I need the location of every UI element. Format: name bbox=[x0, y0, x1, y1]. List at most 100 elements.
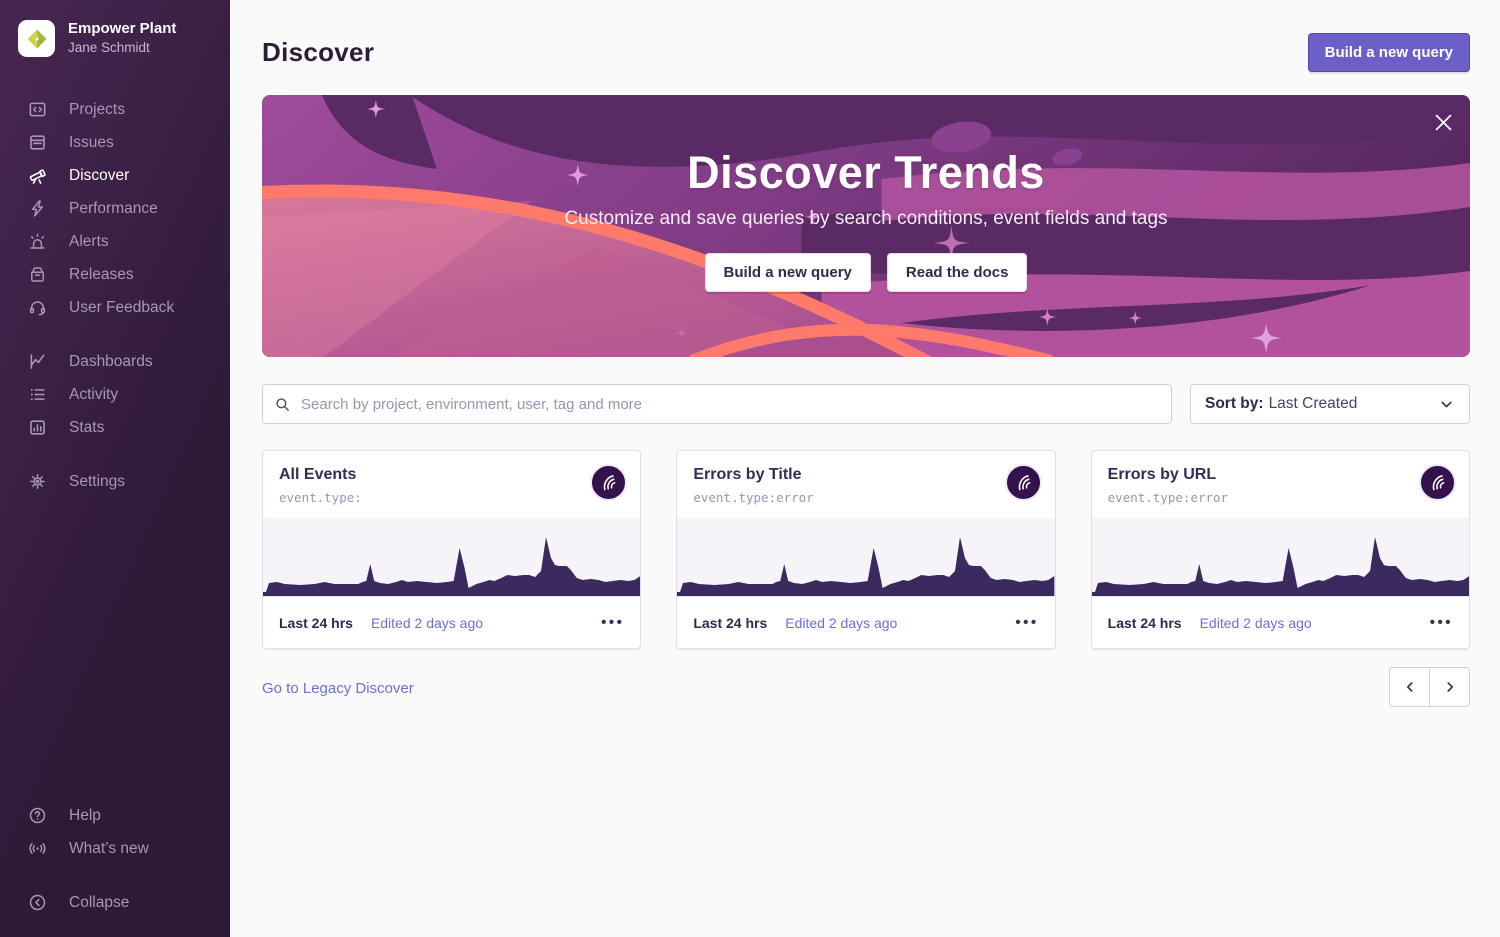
banner-close-button[interactable] bbox=[1431, 110, 1455, 134]
org-name: Empower Plant bbox=[68, 20, 176, 39]
sidebar-item-label: Performance bbox=[69, 200, 158, 218]
build-new-query-button[interactable]: Build a new query bbox=[1308, 33, 1470, 72]
card-menu-button[interactable]: ••• bbox=[1015, 615, 1038, 630]
chevron-left-icon bbox=[1402, 679, 1418, 695]
pagination bbox=[1389, 667, 1470, 707]
banner-title: Discover Trends bbox=[687, 147, 1045, 199]
saved-query-toolbar: Sort by: Last Created bbox=[262, 384, 1470, 424]
query-card-errors-by-url[interactable]: Errors by URL event.type:error Last bbox=[1091, 450, 1470, 649]
search-box[interactable] bbox=[262, 384, 1172, 424]
sidebar-item-stats[interactable]: Stats bbox=[0, 411, 230, 444]
sparkline-chart bbox=[1092, 518, 1469, 596]
sidebar: Empower Plant Jane Schmidt Projects Issu… bbox=[0, 0, 230, 937]
sort-label: Sort by: bbox=[1205, 395, 1264, 413]
card-edited-link[interactable]: Edited 2 days ago bbox=[785, 615, 897, 631]
page-header: Discover Build a new query bbox=[262, 0, 1470, 95]
card-footer: Last 24 hrs Edited 2 days ago ••• bbox=[263, 596, 640, 648]
sidebar-item-issues[interactable]: Issues bbox=[0, 126, 230, 159]
nav-divider-space bbox=[0, 324, 230, 345]
sidebar-item-projects[interactable]: Projects bbox=[0, 93, 230, 126]
sort-dropdown[interactable]: Sort by: Last Created bbox=[1190, 384, 1470, 424]
avatar bbox=[1419, 464, 1456, 501]
banner-build-query-button[interactable]: Build a new query bbox=[705, 253, 871, 292]
nav-divider-space bbox=[0, 444, 230, 465]
question-circle-icon bbox=[28, 806, 47, 825]
sidebar-item-label: Activity bbox=[69, 386, 118, 404]
sidebar-item-label: Projects bbox=[69, 101, 125, 119]
bottom-row: Go to Legacy Discover bbox=[262, 667, 1470, 707]
sidebar-item-label: Help bbox=[69, 807, 101, 825]
card-footer: Last 24 hrs Edited 2 days ago ••• bbox=[1092, 596, 1469, 648]
banner-content: Discover Trends Customize and save queri… bbox=[262, 95, 1470, 357]
list-icon bbox=[28, 385, 47, 404]
card-timeframe: Last 24 hrs bbox=[279, 615, 353, 631]
box-icon bbox=[28, 265, 47, 284]
card-header: Errors by URL event.type:error bbox=[1092, 451, 1469, 518]
card-query: event.type:error bbox=[693, 490, 1038, 505]
sparkline-area bbox=[263, 537, 640, 596]
card-footer: Last 24 hrs Edited 2 days ago ••• bbox=[677, 596, 1054, 648]
saved-query-cards: All Events event.type: Last 24 hrs bbox=[262, 450, 1470, 649]
gear-icon bbox=[28, 472, 47, 491]
sidebar-item-label: Releases bbox=[69, 266, 134, 284]
query-card-errors-by-title[interactable]: Errors by Title event.type:error Las bbox=[676, 450, 1055, 649]
line-chart-icon bbox=[28, 352, 47, 371]
search-icon bbox=[275, 397, 290, 412]
card-menu-button[interactable]: ••• bbox=[601, 615, 624, 630]
page-title: Discover bbox=[262, 37, 374, 68]
card-query: event.type:error bbox=[1108, 490, 1453, 505]
nav-divider-space bbox=[0, 865, 230, 886]
issues-icon bbox=[28, 133, 47, 152]
lightning-icon bbox=[28, 199, 47, 218]
sidebar-item-discover[interactable]: Discover bbox=[0, 159, 230, 192]
main-content: Discover Build a new query bbox=[230, 0, 1500, 937]
sidebar-item-help[interactable]: Help bbox=[0, 799, 230, 832]
sidebar-item-performance[interactable]: Performance bbox=[0, 192, 230, 225]
telescope-icon bbox=[28, 166, 47, 185]
sidebar-item-user-feedback[interactable]: User Feedback bbox=[0, 291, 230, 324]
card-header: All Events event.type: bbox=[263, 451, 640, 518]
sidebar-item-whats-new[interactable]: What’s new bbox=[0, 832, 230, 865]
sidebar-item-label: Discover bbox=[69, 167, 129, 185]
sidebar-item-label: What’s new bbox=[69, 840, 149, 858]
sidebar-item-settings[interactable]: Settings bbox=[0, 465, 230, 498]
card-title: All Events bbox=[279, 466, 624, 484]
banner-subtitle: Customize and save queries by search con… bbox=[564, 208, 1167, 230]
banner-read-docs-button[interactable]: Read the docs bbox=[887, 253, 1028, 292]
sidebar-item-label: User Feedback bbox=[69, 299, 174, 317]
card-title: Errors by Title bbox=[693, 466, 1038, 484]
legacy-discover-link[interactable]: Go to Legacy Discover bbox=[262, 680, 414, 697]
card-edited-link[interactable]: Edited 2 days ago bbox=[371, 615, 483, 631]
projects-icon bbox=[28, 100, 47, 119]
search-input[interactable] bbox=[299, 395, 1159, 414]
avatar bbox=[1005, 464, 1042, 501]
card-title: Errors by URL bbox=[1108, 466, 1453, 484]
card-menu-button[interactable]: ••• bbox=[1430, 615, 1453, 630]
sparkline-chart bbox=[677, 518, 1054, 596]
sort-value: Last Created bbox=[1269, 395, 1358, 413]
broadcast-icon bbox=[28, 839, 47, 858]
sidebar-item-label: Collapse bbox=[69, 894, 129, 912]
sidebar-item-activity[interactable]: Activity bbox=[0, 378, 230, 411]
card-timeframe: Last 24 hrs bbox=[1108, 615, 1182, 631]
sidebar-footer-nav: Help What’s new Collapse bbox=[0, 799, 230, 919]
sidebar-item-releases[interactable]: Releases bbox=[0, 258, 230, 291]
empower-plant-logo-icon bbox=[26, 28, 48, 50]
sentry-logo-icon bbox=[1428, 473, 1447, 492]
chevron-right-icon bbox=[1442, 679, 1458, 695]
pagination-prev-button[interactable] bbox=[1389, 667, 1430, 707]
headset-icon bbox=[28, 298, 47, 317]
pagination-next-button[interactable] bbox=[1429, 667, 1470, 707]
sidebar-item-dashboards[interactable]: Dashboards bbox=[0, 345, 230, 378]
close-icon bbox=[1435, 114, 1452, 131]
sparkline-chart bbox=[263, 518, 640, 596]
query-card-all-events[interactable]: All Events event.type: Last 24 hrs bbox=[262, 450, 641, 649]
sidebar-item-label: Settings bbox=[69, 473, 125, 491]
org-avatar bbox=[18, 20, 55, 57]
card-edited-link[interactable]: Edited 2 days ago bbox=[1200, 615, 1312, 631]
org-switcher[interactable]: Empower Plant Jane Schmidt bbox=[0, 20, 230, 57]
sidebar-spacer bbox=[0, 498, 230, 799]
sidebar-collapse-button[interactable]: Collapse bbox=[0, 886, 230, 919]
sidebar-item-alerts[interactable]: Alerts bbox=[0, 225, 230, 258]
sidebar-item-label: Issues bbox=[69, 134, 114, 152]
